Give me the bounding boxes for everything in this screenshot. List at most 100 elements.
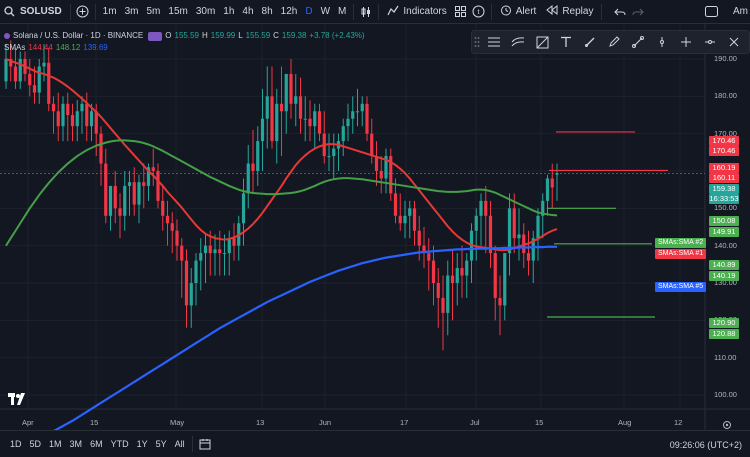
layout-grid-icon[interactable] bbox=[452, 0, 470, 24]
alert-button[interactable]: Alert bbox=[495, 0, 542, 24]
interval-1m[interactable]: 1m bbox=[99, 0, 121, 24]
horizontal-line-icon[interactable] bbox=[698, 31, 722, 53]
candle-body bbox=[545, 178, 550, 201]
candle-body bbox=[507, 208, 512, 254]
candle-body bbox=[455, 268, 459, 283]
profile-label[interactable]: Am bbox=[728, 0, 750, 24]
range-1m[interactable]: 1M bbox=[45, 439, 66, 449]
candle-body bbox=[393, 193, 398, 216]
candle-body bbox=[379, 171, 383, 179]
horizontal-lines-icon[interactable] bbox=[482, 31, 506, 53]
interval-8h[interactable]: 8h bbox=[258, 0, 277, 24]
candle-body bbox=[327, 156, 331, 158]
interval-30m[interactable]: 30m bbox=[192, 0, 219, 24]
range-ytd[interactable]: YTD bbox=[107, 439, 133, 449]
time-tick-label: Apr bbox=[22, 418, 34, 427]
interval-w[interactable]: W bbox=[317, 0, 334, 24]
layout-icon[interactable] bbox=[702, 0, 720, 24]
trend-line-icon[interactable] bbox=[626, 31, 650, 53]
candle-body bbox=[251, 163, 255, 171]
candle-body bbox=[180, 245, 184, 261]
candle-body bbox=[270, 96, 274, 142]
candle-body bbox=[47, 62, 51, 104]
range-1y[interactable]: 1Y bbox=[133, 439, 152, 449]
candle-body bbox=[493, 253, 497, 298]
sma-axis-tag: SMAs:SMA #2 bbox=[655, 238, 707, 248]
indicators-button[interactable]: Indicators bbox=[382, 0, 451, 24]
range-3m[interactable]: 3M bbox=[66, 439, 87, 449]
legend-symbol-row: Solana / U.S. Dollar · 1D · BINANCE O 155… bbox=[4, 30, 365, 42]
divider bbox=[378, 3, 380, 20]
candle-body bbox=[403, 215, 407, 224]
drag-handle-icon[interactable] bbox=[472, 31, 482, 53]
candle-body bbox=[303, 118, 307, 120]
candle-body bbox=[123, 185, 127, 216]
interval-1h[interactable]: 1h bbox=[219, 0, 238, 24]
drawing-toolbar bbox=[471, 30, 750, 54]
time-tick-label: 15 bbox=[535, 418, 544, 427]
channel-icon[interactable] bbox=[506, 31, 530, 53]
price-axis-label: 120.90 bbox=[709, 318, 739, 328]
candle-body bbox=[370, 133, 374, 157]
candle-body bbox=[189, 283, 193, 306]
legend-close-label: C bbox=[273, 31, 279, 40]
time-tick-label: Jun bbox=[319, 418, 332, 427]
search-icon[interactable] bbox=[0, 0, 18, 24]
candle-body bbox=[203, 245, 208, 254]
interval-3m[interactable]: 3m bbox=[121, 0, 143, 24]
redo-icon[interactable] bbox=[629, 0, 647, 24]
interval-15m[interactable]: 15m bbox=[164, 0, 191, 24]
interval-12h[interactable]: 12h bbox=[277, 0, 302, 24]
interval-5m[interactable]: 5m bbox=[142, 0, 164, 24]
range-5y[interactable]: 5Y bbox=[152, 439, 171, 449]
candle-body bbox=[241, 193, 246, 224]
crosshair-icon[interactable] bbox=[674, 31, 698, 53]
symbol-name[interactable]: SOLUSD bbox=[18, 0, 67, 24]
candle-body bbox=[360, 103, 364, 112]
vertical-line-icon[interactable] bbox=[650, 31, 674, 53]
legend-sma-label[interactable]: SMAs bbox=[4, 42, 25, 54]
replay-button[interactable]: Replay bbox=[541, 0, 598, 24]
candle-body bbox=[436, 283, 440, 298]
goto-date-icon[interactable] bbox=[196, 432, 214, 456]
candle-body bbox=[165, 215, 170, 224]
interval-m[interactable]: M bbox=[334, 0, 350, 24]
range-6m[interactable]: 6M bbox=[86, 439, 107, 449]
clock-timezone[interactable]: 09:26:06 (UTC+2) bbox=[670, 440, 742, 450]
range-all[interactable]: All bbox=[171, 439, 189, 449]
text-tool-icon[interactable] bbox=[554, 31, 578, 53]
range-5d[interactable]: 5D bbox=[26, 439, 46, 449]
candle-body bbox=[355, 111, 360, 113]
candle-body bbox=[498, 297, 502, 306]
price-axis-label: 149.91 bbox=[709, 227, 739, 237]
interval-d[interactable]: D bbox=[301, 0, 316, 24]
candle-body bbox=[526, 253, 531, 261]
price-tick-label: 180.00 bbox=[714, 91, 737, 101]
compare-add-icon[interactable] bbox=[74, 0, 92, 24]
candle-body bbox=[37, 66, 41, 93]
undo-icon[interactable] bbox=[611, 0, 629, 24]
candle-body bbox=[66, 103, 70, 115]
chart-area[interactable] bbox=[0, 24, 750, 430]
candle-body bbox=[408, 208, 412, 216]
price-chart[interactable] bbox=[0, 24, 750, 430]
alert-label: Alert bbox=[515, 6, 537, 17]
pencil-icon[interactable] bbox=[602, 31, 626, 53]
price-tick-label: 190.00 bbox=[714, 54, 737, 63]
range-1d[interactable]: 1D bbox=[6, 439, 26, 449]
candles-style-icon[interactable] bbox=[357, 0, 375, 24]
legend-title[interactable]: Solana / U.S. Dollar · 1D · BINANCE bbox=[13, 30, 143, 42]
fib-box-icon[interactable] bbox=[530, 31, 554, 53]
candle-body bbox=[412, 208, 417, 231]
tradingview-logo[interactable] bbox=[8, 392, 28, 410]
candle-body bbox=[113, 185, 117, 209]
candle-body bbox=[208, 245, 212, 254]
candle-body bbox=[332, 148, 336, 157]
legend-low: 155.59 bbox=[245, 31, 271, 40]
divider bbox=[490, 3, 492, 20]
interval-4h[interactable]: 4h bbox=[238, 0, 257, 24]
brush-icon[interactable] bbox=[578, 31, 602, 53]
close-icon[interactable] bbox=[722, 31, 746, 53]
templates-icon[interactable]: t bbox=[470, 0, 488, 24]
candle-body bbox=[265, 96, 269, 119]
